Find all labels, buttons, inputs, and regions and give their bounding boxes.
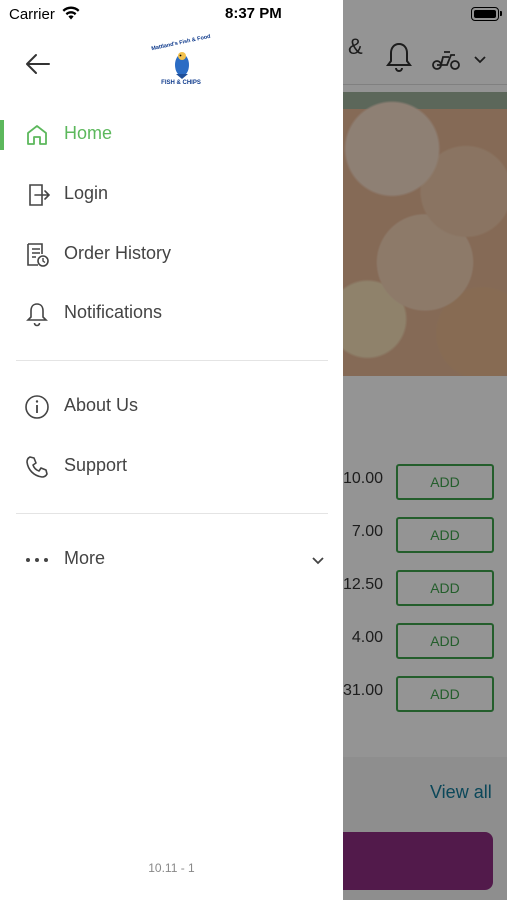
battery-icon xyxy=(471,7,502,21)
menu-divider xyxy=(16,360,328,361)
wifi-icon xyxy=(62,6,80,20)
arrow-left-icon[interactable] xyxy=(22,48,54,80)
status-time: 8:37 PM xyxy=(225,5,282,22)
menu-label: Login xyxy=(64,183,109,203)
menu-label: About Us xyxy=(64,395,139,415)
menu-item-order-history[interactable]: Order History xyxy=(0,230,343,280)
logo-subtitle: FISH & CHIPS xyxy=(161,80,201,86)
menu-item-more[interactable]: More xyxy=(0,535,343,585)
brand-logo: Mattland's Fish & Food FISH & CHIPS xyxy=(150,34,212,94)
app-version: 10.11 - 1 xyxy=(148,861,195,875)
menu-label: Support xyxy=(64,455,128,475)
fish-mascot-icon xyxy=(175,52,189,79)
bell-icon xyxy=(26,303,48,327)
menu-label: Notifications xyxy=(64,302,163,322)
phone-icon xyxy=(26,456,48,478)
home-icon xyxy=(27,125,47,145)
login-icon xyxy=(29,184,50,206)
menu-label: Home xyxy=(64,123,113,143)
status-bar: Carrier 8:37 PM xyxy=(0,0,507,28)
menu-item-support[interactable]: Support xyxy=(0,442,343,492)
menu-item-login[interactable]: Login xyxy=(0,170,343,220)
more-dots-icon xyxy=(26,558,48,562)
chevron-down-icon[interactable] xyxy=(310,553,326,567)
menu-label: More xyxy=(64,548,106,568)
carrier-label: Carrier xyxy=(9,6,55,23)
info-icon xyxy=(25,395,49,419)
menu-item-home[interactable]: Home xyxy=(0,110,343,160)
menu-item-notifications[interactable]: Notifications xyxy=(0,289,343,339)
order-history-icon xyxy=(27,243,49,267)
menu-item-about-us[interactable]: About Us xyxy=(0,382,343,432)
navigation-drawer: Mattland's Fish & Food FISH & CHIPS Home… xyxy=(0,0,343,900)
menu-divider xyxy=(16,513,328,514)
menu-label: Order History xyxy=(64,243,172,263)
active-indicator xyxy=(0,120,4,150)
